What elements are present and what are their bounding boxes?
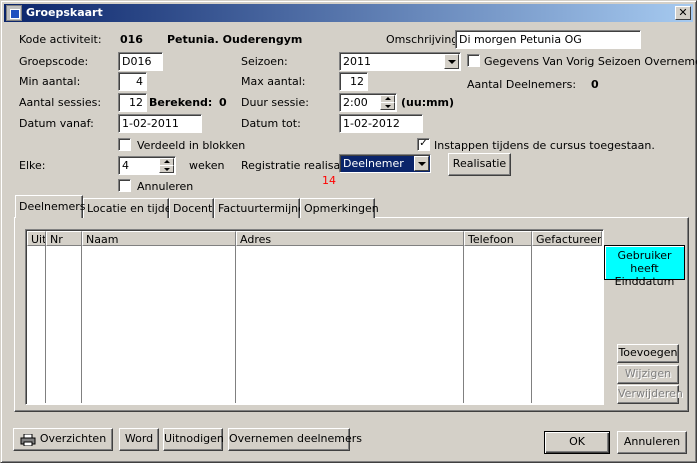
tab-factuurtermijnen[interactable]: Factuurtermijnen <box>214 198 312 218</box>
verwijderen-button[interactable]: Verwijderen <box>617 385 683 404</box>
tab-deelnemers[interactable]: Deelnemers <box>15 195 86 218</box>
duur-sessie-value: 2:00 <box>343 96 368 109</box>
seizoen-label: Seizoen: <box>241 55 288 68</box>
gebruiker-einddatum-line1: Gebruiker heeft <box>617 249 672 275</box>
groepskaart-window: Groepskaart ✕ Kode activiteit: 016 Petun… <box>0 0 697 463</box>
column-divider <box>235 246 236 403</box>
deelnemers-grid[interactable]: Uit Nr Naam Adres Telefoon Gefactureerd <box>25 229 604 405</box>
close-icon: ✕ <box>678 6 688 19</box>
elke-value: 4 <box>122 159 129 172</box>
elke-input[interactable]: 4 <box>118 156 176 175</box>
overzichten-label: Overzichten <box>39 432 107 445</box>
tab-docent[interactable]: Docent <box>169 198 214 218</box>
column-divider <box>45 246 46 403</box>
registratie-count: 14 <box>322 174 336 187</box>
column-divider <box>531 246 532 403</box>
gebruiker-einddatum-button[interactable]: Gebruiker heeft Einddatum <box>604 245 685 288</box>
realisatie-button[interactable]: Realisatie <box>448 153 511 176</box>
column-divider <box>81 246 82 403</box>
omschrijving-label: Omschrijving: <box>386 33 462 46</box>
instappen-label: Instappen tijdens de cursus toegestaan. <box>434 139 655 152</box>
datum-tot-input[interactable]: 1-02-2012 <box>339 114 423 133</box>
spin-down-icon[interactable] <box>159 165 174 173</box>
tab-opmerkingen[interactable]: Opmerkingen <box>300 198 379 218</box>
verdeeld-label: Verdeeld in blokken <box>137 139 246 152</box>
tab-locatie-en-tijden[interactable]: Locatie en tijden <box>83 198 178 218</box>
gebruiker-einddatum-line2: Einddatum <box>614 275 675 288</box>
aantal-deelnemers-label: Aantal Deelnemers: <box>467 78 577 91</box>
gegevens-checkbox[interactable] <box>467 54 480 67</box>
column-divider <box>463 246 464 403</box>
aantal-deelnemers-value: 0 <box>591 78 599 91</box>
toevoegen-button[interactable]: Toevoegen <box>617 344 679 363</box>
duur-unit: (uu:mm) <box>401 96 455 109</box>
close-button[interactable]: ✕ <box>675 6 691 20</box>
wijzigen-button[interactable]: Wijzigen <box>617 365 679 384</box>
registratie-value: Deelnemer <box>343 157 404 170</box>
column-header-telefoon[interactable]: Telefoon <box>464 231 532 246</box>
datum-vanaf-input[interactable]: 1-02-2011 <box>118 114 202 133</box>
verdeeld-checkbox[interactable] <box>118 138 131 151</box>
datum-vanaf-label: Datum vanaf: <box>19 117 94 130</box>
aantal-sessies-input[interactable]: 12 <box>118 93 147 112</box>
duur-spinner[interactable] <box>380 95 395 110</box>
word-button[interactable]: Word <box>119 428 159 451</box>
instappen-checkbox[interactable]: ✓ <box>417 138 430 151</box>
annuleren-label: Annuleren <box>137 180 194 193</box>
elke-label: Elke: <box>19 159 46 172</box>
weken-label: weken <box>189 159 225 172</box>
window-title: Groepskaart <box>26 6 103 19</box>
ok-button[interactable]: OK <box>544 431 610 454</box>
gegevens-label: Gegevens Van Vorig Seizoen Overnemen <box>484 55 697 68</box>
kode-activiteit-label: Kode activiteit: <box>19 33 102 46</box>
duur-sessie-input[interactable]: 2:00 <box>339 93 397 112</box>
column-header-naam[interactable]: Naam <box>82 231 236 246</box>
uitnodigen-button[interactable]: Uitnodigen <box>163 428 224 451</box>
overzichten-button[interactable]: Overzichten <box>13 428 113 451</box>
berekend-value: 0 <box>219 96 227 109</box>
min-aantal-input[interactable]: 4 <box>118 72 147 91</box>
seizoen-select[interactable]: 2011 <box>339 52 461 71</box>
chevron-down-icon[interactable] <box>444 54 459 69</box>
duur-sessie-label: Duur sessie: <box>241 96 309 109</box>
omschrijving-input[interactable]: Di morgen Petunia OG <box>455 30 641 49</box>
column-header-nr[interactable]: Nr <box>46 231 82 246</box>
berekend-label: Berekend: <box>149 96 213 109</box>
spin-down-icon[interactable] <box>380 102 395 110</box>
title-bar: Groepskaart ✕ <box>4 4 693 22</box>
annuleren-checkbox[interactable] <box>118 179 131 192</box>
aantal-sessies-label: Aantal sessies: <box>19 96 102 109</box>
min-aantal-label: Min aantal: <box>19 75 81 88</box>
seizoen-value: 2011 <box>343 55 371 68</box>
printer-icon <box>20 434 36 446</box>
overnemen-deelnemers-button[interactable]: Overnemen deelnemers <box>228 428 362 451</box>
datum-tot-label: Datum tot: <box>241 117 301 130</box>
max-aantal-label: Max aantal: <box>241 75 306 88</box>
column-header-adres[interactable]: Adres <box>236 231 464 246</box>
column-header-gefactureerd[interactable]: Gefactureerd <box>532 231 602 246</box>
activiteit-name: Petunia. Ouderengym <box>167 33 303 46</box>
annuleren-button[interactable]: Annuleren <box>617 431 687 454</box>
max-aantal-input[interactable]: 12 <box>339 72 368 91</box>
groepscode-input[interactable]: D016 <box>118 52 163 71</box>
chevron-down-icon[interactable] <box>414 156 429 171</box>
groepscode-label: Groepscode: <box>19 55 89 68</box>
registratie-select[interactable]: Deelnemer <box>339 154 431 173</box>
kode-activiteit-value: 016 <box>120 33 143 46</box>
window-app-icon <box>6 5 22 21</box>
elke-spinner[interactable] <box>159 158 174 173</box>
column-header-uit[interactable]: Uit <box>27 231 46 246</box>
